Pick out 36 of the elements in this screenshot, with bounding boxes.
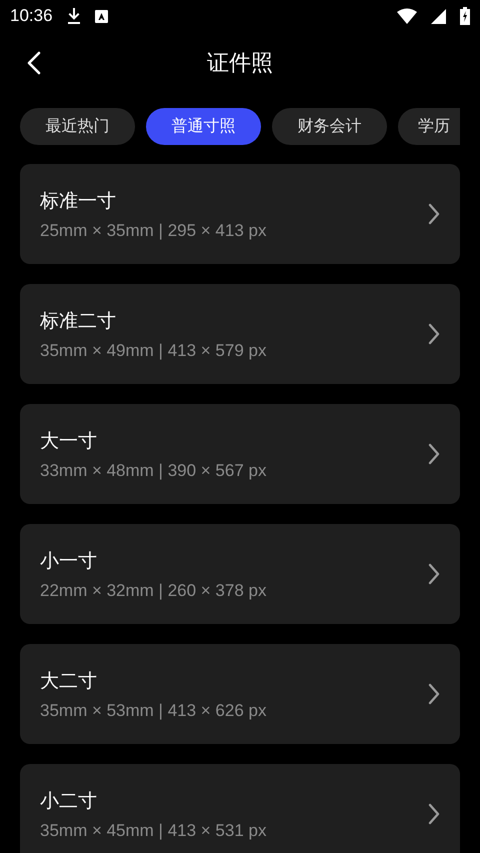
size-card[interactable]: 大二寸 35mm × 53mm | 413 × 626 px (20, 644, 460, 744)
size-card[interactable]: 小一寸 22mm × 32mm | 260 × 378 px (20, 524, 460, 624)
chevron-right-icon (428, 443, 440, 465)
size-spec: 25mm × 35mm | 295 × 413 px (40, 220, 268, 240)
category-tab[interactable]: 最近热门 (20, 108, 135, 145)
text-badge-icon (94, 10, 108, 22)
chevron-right-icon (428, 203, 440, 225)
size-card[interactable]: 标准二寸 35mm × 49mm | 413 × 579 px (20, 284, 460, 384)
size-spec: 33mm × 48mm | 390 × 567 px (40, 460, 268, 480)
size-spec: 35mm × 53mm | 413 × 626 px (40, 700, 268, 720)
size-name: 小一寸 (40, 548, 98, 574)
category-tab[interactable]: 普通寸照 (146, 108, 261, 145)
wifi-icon (397, 8, 417, 24)
chevron-right-icon (428, 683, 440, 705)
status-time: 10:36 (10, 6, 53, 26)
chevron-right-icon (428, 803, 440, 825)
size-name: 标准一寸 (40, 188, 117, 214)
size-card[interactable]: 标准一寸 25mm × 35mm | 295 × 413 px (20, 164, 460, 264)
size-name: 小二寸 (40, 788, 98, 814)
chevron-right-icon (428, 323, 440, 345)
size-card[interactable]: 小二寸 35mm × 45mm | 413 × 531 px (20, 764, 460, 853)
category-tab[interactable]: 学历 (398, 108, 460, 145)
chevron-right-icon (428, 563, 440, 585)
signal-icon (431, 8, 446, 24)
size-card[interactable]: 大一寸 33mm × 48mm | 390 × 567 px (20, 404, 460, 504)
back-icon[interactable] (26, 51, 42, 75)
size-spec: 22mm × 32mm | 260 × 378 px (40, 580, 268, 600)
category-tab[interactable]: 财务会计 (272, 108, 387, 145)
size-name: 大一寸 (40, 428, 98, 454)
page-title: 证件照 (207, 50, 273, 78)
size-spec: 35mm × 49mm | 413 × 579 px (40, 340, 268, 360)
size-name: 大二寸 (40, 668, 98, 694)
download-icon (66, 7, 81, 25)
size-spec: 35mm × 45mm | 413 × 531 px (40, 820, 268, 840)
size-name: 标准二寸 (40, 308, 117, 334)
battery-icon (460, 7, 470, 25)
